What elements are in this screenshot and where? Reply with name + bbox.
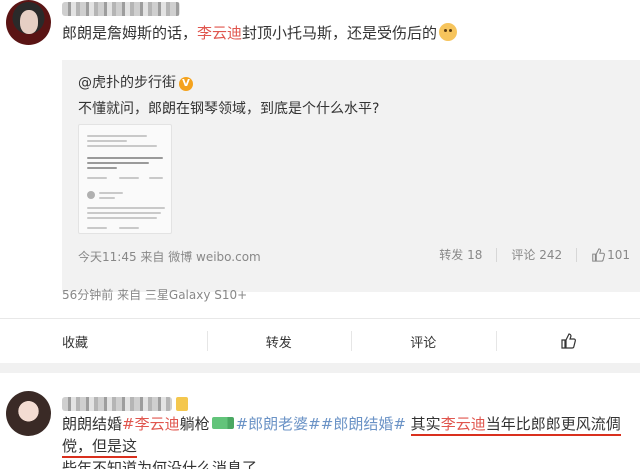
- water-gun-icon: [211, 417, 234, 429]
- repost-count[interactable]: 转发 18: [439, 246, 482, 263]
- post-meta: 56分钟前 来自 三星Galaxy S10+: [62, 288, 248, 302]
- repost-stats: 转发 18 评论 242 101: [439, 246, 630, 263]
- like-count[interactable]: 101: [591, 248, 630, 262]
- thumbs-up-icon: [592, 247, 606, 262]
- verified-badge-icon: V: [179, 77, 193, 91]
- reposted-card[interactable]: @虎扑的步行街 V 不懂就问，郎朗在钢琴领域，到底是个什么水平? 今天11:45 …: [62, 60, 640, 292]
- cat-emoji-icon: [439, 23, 458, 41]
- repost-text: 不懂就问，郎朗在钢琴领域，到底是个什么水平?: [78, 101, 380, 117]
- name-highlight[interactable]: 李云迪: [197, 24, 242, 42]
- favorite-button[interactable]: 收藏: [0, 319, 207, 363]
- repost-meta: 今天11:45 来自 微博 weibo.com: [78, 250, 261, 264]
- blurred-username[interactable]: [62, 2, 180, 16]
- like-button[interactable]: [495, 319, 640, 363]
- action-bar: 收藏 转发 评论: [0, 318, 640, 363]
- comment-count[interactable]: 评论 242: [511, 246, 562, 263]
- blurred-username[interactable]: [62, 397, 172, 411]
- image-thumbnail[interactable]: [78, 124, 172, 234]
- weibo-post: 朗朗结婚#李云迪躺枪 #郎朗老婆##郎朗结婚# 其实李云迪当年比郎郎更风流倜傥，但…: [0, 373, 640, 469]
- post-text: 朗朗结婚#李云迪躺枪 #郎朗老婆##郎朗结婚# 其实李云迪当年比郎郎更风流倜傥，但…: [62, 413, 640, 469]
- repost-username[interactable]: @虎扑的步行街 V: [78, 72, 193, 92]
- divider: [0, 363, 640, 373]
- avatar[interactable]: [6, 391, 51, 436]
- hashtag-links[interactable]: #郎朗老婆##郎朗结婚#: [236, 415, 406, 433]
- comment-button[interactable]: 评论: [351, 319, 496, 363]
- repost-button[interactable]: 转发: [206, 319, 352, 363]
- name-highlight[interactable]: #李云迪: [122, 415, 180, 433]
- thumbs-up-icon: [561, 333, 576, 349]
- avatar[interactable]: [6, 0, 51, 45]
- name-highlight[interactable]: 李云迪: [441, 415, 486, 433]
- weibo-post: 郎朗是詹姆斯的话，李云迪封顶小托马斯，还是受伤后的 @虎扑的步行街 V 不懂就问，…: [0, 0, 640, 365]
- member-badge-icon: [176, 397, 188, 411]
- post-text: 郎朗是詹姆斯的话，李云迪封顶小托马斯，还是受伤后的: [62, 22, 458, 44]
